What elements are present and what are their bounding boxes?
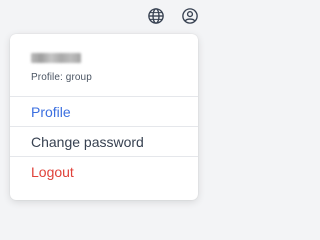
globe-icon [147, 7, 165, 25]
menu-item-change-password[interactable]: Change password [10, 127, 198, 157]
language-button[interactable] [146, 6, 166, 26]
user-dropdown-menu: Profile: group Profile Change password L… [10, 34, 198, 200]
page: Profile: group Profile Change password L… [0, 0, 214, 206]
user-menu-button[interactable] [180, 6, 200, 26]
top-toolbar [146, 6, 200, 26]
profile-role-text: Profile: group [31, 72, 92, 83]
menu-item-logout[interactable]: Logout [10, 157, 198, 187]
user-icon [181, 7, 199, 25]
username-redacted [31, 53, 81, 63]
menu-header: Profile: group [10, 34, 198, 97]
menu-item-profile[interactable]: Profile [10, 97, 198, 127]
